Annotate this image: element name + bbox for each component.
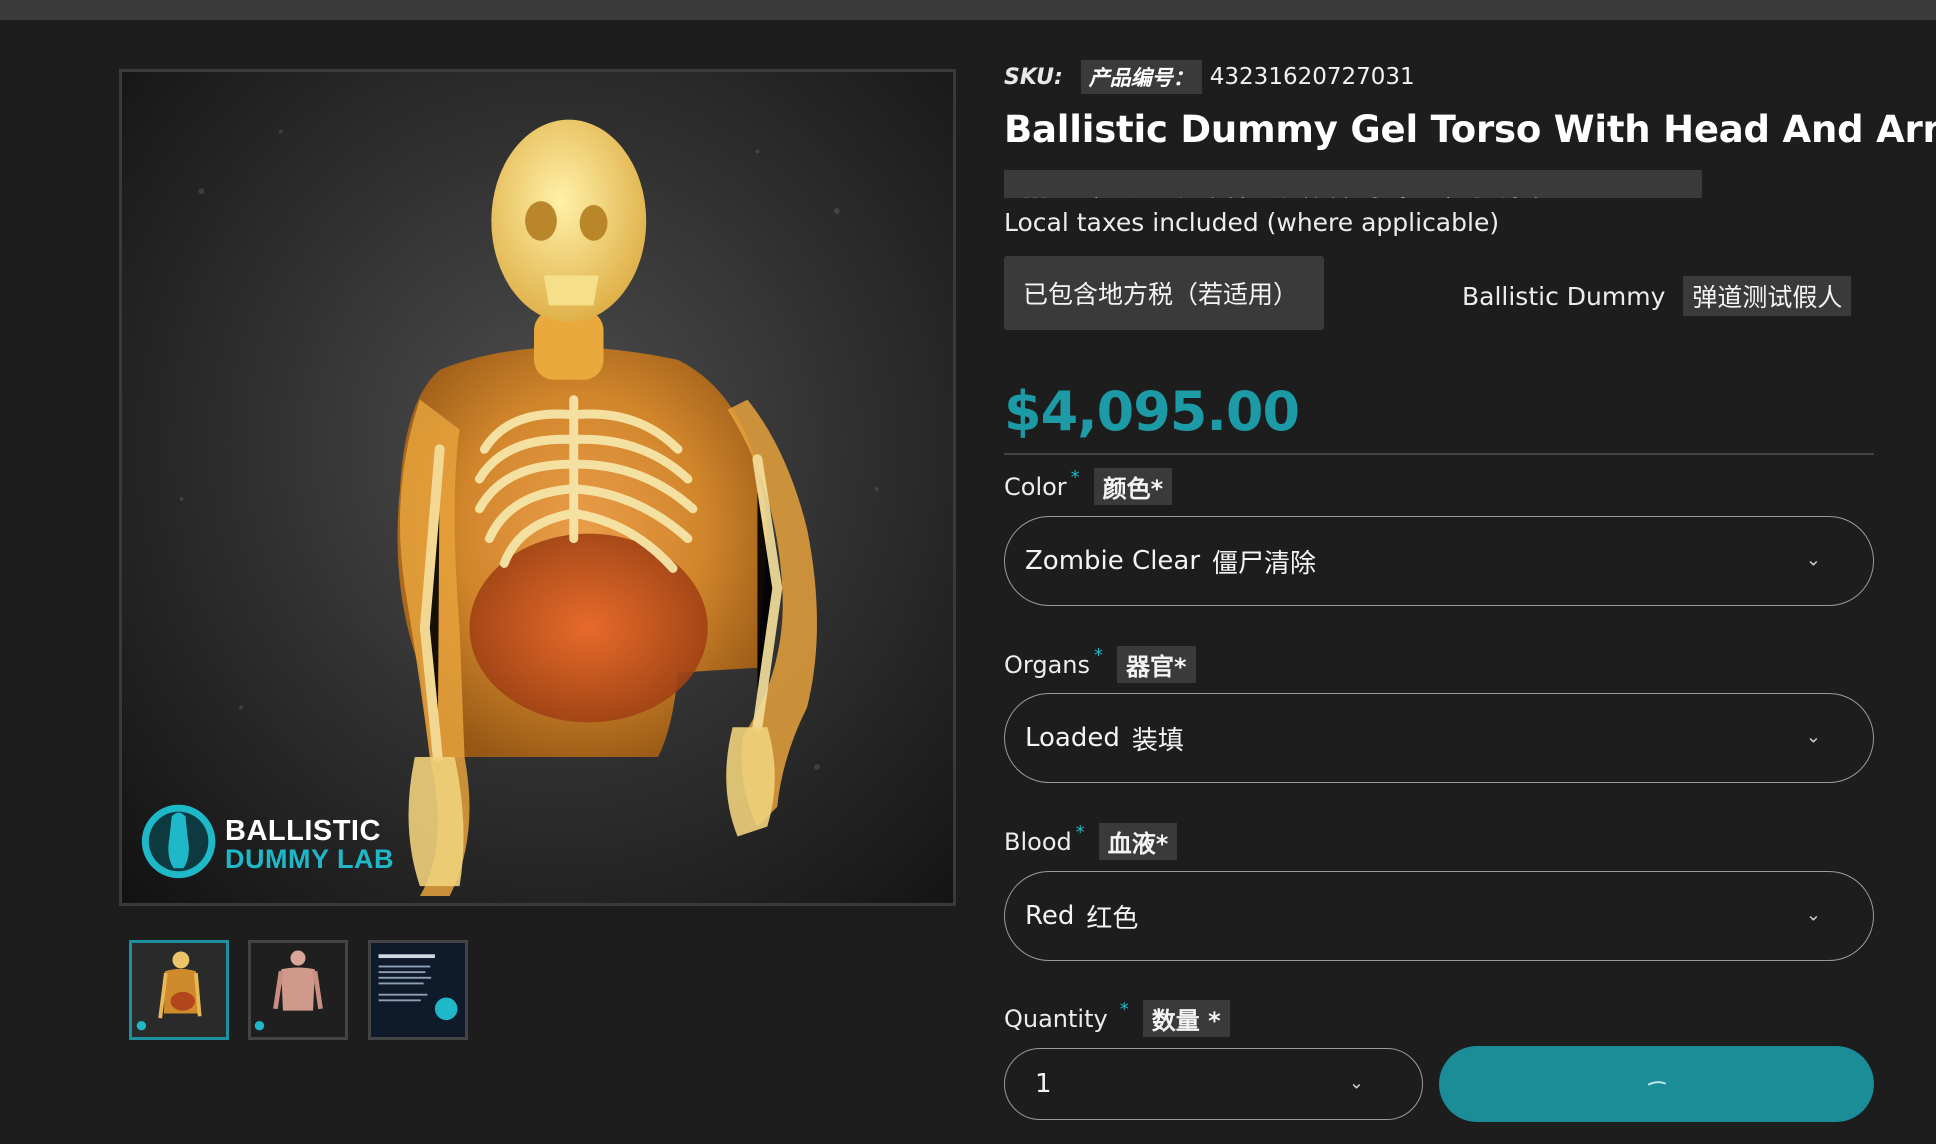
blood-label-row: Blood * 血液* xyxy=(1004,822,1178,860)
brand-watermark: BALLISTIC DUMMY LAB xyxy=(225,817,394,873)
organs-selected-value: Loaded xyxy=(1025,723,1120,753)
thumbnail-torso-image xyxy=(132,943,226,1037)
color-label-translation: 颜色* xyxy=(1093,468,1173,505)
required-marker: * xyxy=(1075,822,1085,843)
vendor-translation: 弹道测试假人 xyxy=(1683,276,1852,316)
thumbnail-2[interactable] xyxy=(248,940,348,1040)
vendor-name[interactable]: Ballistic Dummy xyxy=(1462,282,1665,311)
vendor-row: Ballistic Dummy 弹道测试假人 xyxy=(1462,276,1852,316)
organs-label-translation: 器官* xyxy=(1117,646,1196,683)
blood-label-translation: 血液* xyxy=(1098,823,1178,860)
thumbnail-info-sheet-image xyxy=(371,943,465,1037)
chevron-down-icon: ⌄ xyxy=(1805,904,1821,926)
chevron-down-icon: ⌄ xyxy=(1805,726,1821,748)
organs-select[interactable]: Loaded 装填 ⌄ xyxy=(1004,693,1874,783)
color-select[interactable]: Zombie Clear 僵尸清除 ⌄ xyxy=(1004,516,1874,606)
divider xyxy=(1004,453,1874,455)
thumbnail-3[interactable] xyxy=(368,940,468,1040)
organs-value-translation: 装填 xyxy=(1131,725,1184,756)
blood-value-translation: 红色 xyxy=(1086,903,1139,934)
color-label-row: Color * 颜色* xyxy=(1004,467,1173,505)
loading-spinner-icon xyxy=(1647,1081,1666,1086)
quantity-value: 1 xyxy=(1035,1069,1052,1099)
quantity-label-translation: 数量 * xyxy=(1142,1000,1230,1037)
blood-label: Blood xyxy=(1004,827,1072,856)
top-bar xyxy=(0,0,1936,20)
title-translation-overlay: 带头部和手臂的弹道仿真凝胶人体躯干 xyxy=(1004,170,1702,198)
color-selected-value: Zombie Clear xyxy=(1025,546,1201,576)
product-title: Ballistic Dummy Gel Torso With Head And … xyxy=(1004,108,1936,151)
tax-note: Local taxes included (where applicable) xyxy=(1004,208,1500,237)
tax-translation-box: 已包含地方税（若适用） xyxy=(1004,256,1324,330)
brand-line-1: BALLISTIC xyxy=(225,815,381,847)
thumbnail-1[interactable] xyxy=(129,940,229,1040)
thumbnail-skin-torso-image xyxy=(251,943,345,1037)
gel-torso-illustration xyxy=(141,119,879,897)
required-marker: * xyxy=(1119,999,1129,1020)
quantity-label-row: Quantity * 数量 * xyxy=(1004,999,1230,1037)
title-translation: 带头部和手臂的弹道仿真凝胶人体躯干 xyxy=(1018,188,1596,198)
product-price: $4,095.00 xyxy=(1004,380,1300,443)
product-main-image[interactable]: BALLISTIC DUMMY LAB xyxy=(119,69,956,906)
color-label: Color xyxy=(1004,472,1067,501)
organs-label-row: Organs * 器官* xyxy=(1004,645,1196,683)
required-marker: * xyxy=(1070,467,1080,488)
blood-select[interactable]: Red 红色 ⌄ xyxy=(1004,871,1874,961)
sku-label: SKU: xyxy=(1004,64,1063,90)
sku-value: 43231620727031 xyxy=(1209,64,1415,90)
chevron-down-icon: ⌄ xyxy=(1348,1072,1364,1094)
sku-row: SKU: 产品编号： 43231620727031 xyxy=(1004,60,1415,94)
add-to-cart-button[interactable] xyxy=(1439,1046,1874,1122)
chevron-down-icon: ⌄ xyxy=(1805,549,1821,571)
color-value-translation: 僵尸清除 xyxy=(1212,548,1317,579)
blood-selected-value: Red xyxy=(1025,901,1075,931)
organs-label: Organs xyxy=(1004,650,1090,679)
required-marker: * xyxy=(1094,645,1103,666)
sku-translation: 产品编号： xyxy=(1080,60,1202,94)
brand-line-2: DUMMY LAB xyxy=(225,844,394,874)
quantity-select[interactable]: 1 ⌄ xyxy=(1004,1048,1423,1120)
quantity-label: Quantity xyxy=(1004,1004,1108,1033)
